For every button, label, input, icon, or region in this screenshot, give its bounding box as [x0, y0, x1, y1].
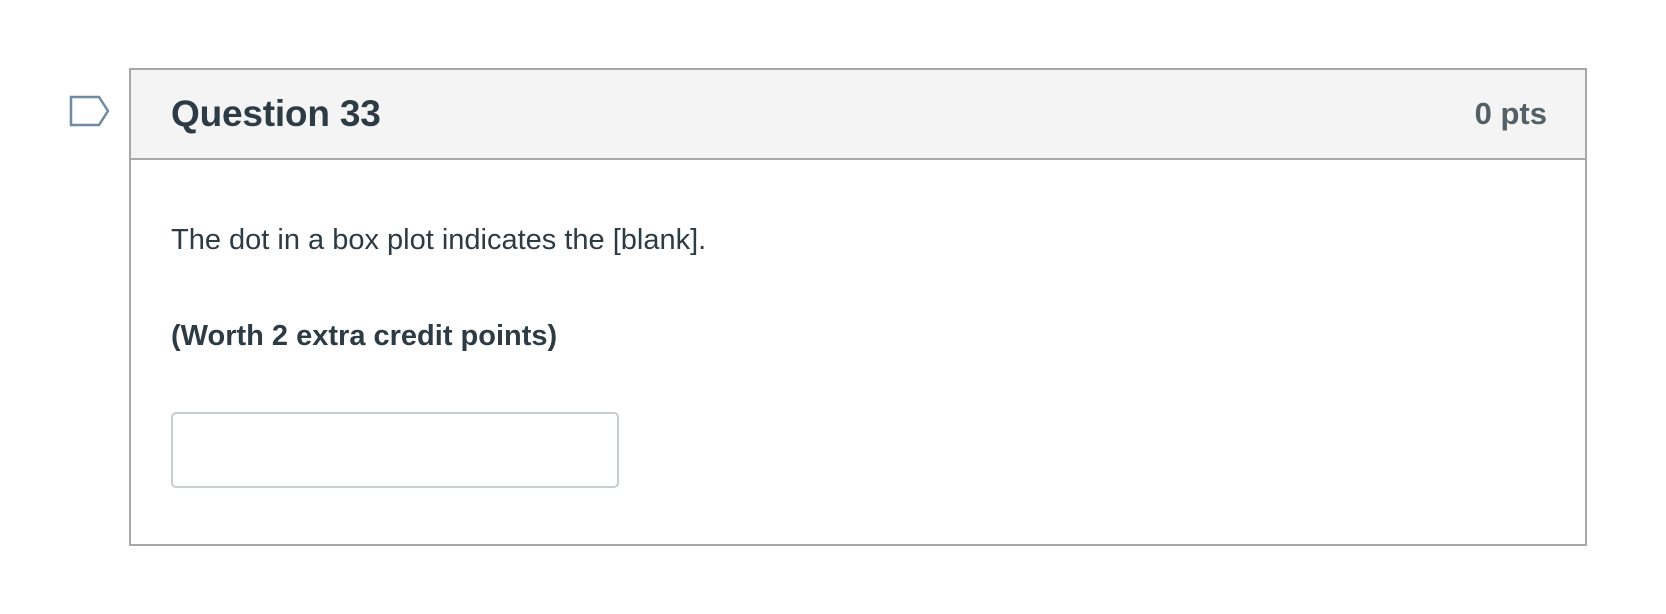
question-title: Question 33	[171, 93, 381, 134]
quiz-page: Question 33 0 pts The dot in a box plot …	[0, 0, 1666, 614]
extra-credit-note: (Worth 2 extra credit points)	[171, 320, 558, 352]
flag-question-icon[interactable]	[69, 95, 111, 129]
question-card: Question 33 0 pts The dot in a box plot …	[129, 68, 1587, 546]
question-text: The dot in a box plot indicates the [bla…	[171, 224, 707, 256]
answer-input[interactable]	[171, 412, 619, 488]
question-points: 0 pts	[1474, 96, 1547, 131]
question-header: Question 33 0 pts	[131, 70, 1585, 160]
